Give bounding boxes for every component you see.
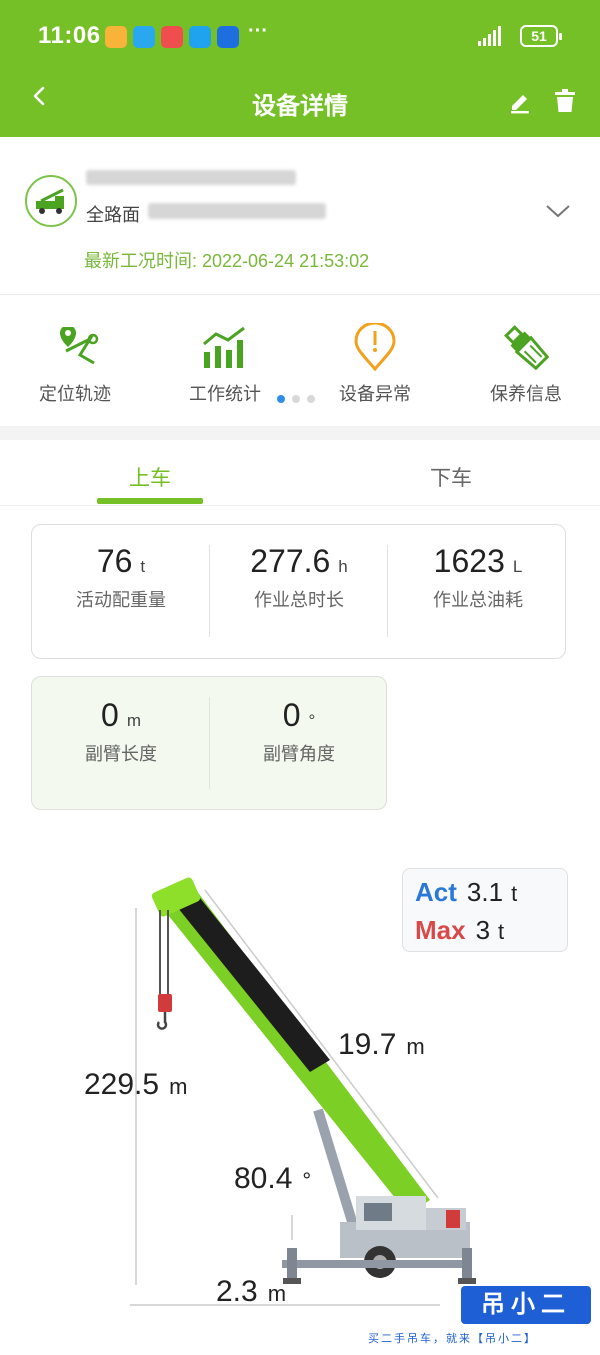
notification-icons: [105, 26, 239, 48]
signal-icon: [478, 26, 501, 46]
stat-jib-angle: 0 ° 副臂角度: [263, 697, 335, 764]
tab-lower[interactable]: 下车: [351, 462, 551, 492]
watermark-logo: 吊小二: [461, 1286, 591, 1324]
menu-maintenance[interactable]: 保养信息: [466, 322, 586, 406]
latest-update-time: 最新工况时间: 2022-06-24 21:53:02: [84, 251, 370, 271]
more-notifications: ···: [248, 20, 268, 42]
crane-avatar-icon: [25, 175, 77, 227]
chevron-down-icon[interactable]: [545, 203, 571, 219]
masked-device-name: [86, 170, 296, 185]
page-dot: [277, 395, 285, 403]
menu-device-alert[interactable]: 设备异常: [315, 322, 435, 406]
page-dot: [307, 395, 315, 403]
quick-menu: 定位轨迹 工作统计 设备异常 保养信息: [0, 296, 600, 424]
device-type: 全路面: [86, 205, 140, 225]
battery-icon: 51: [520, 25, 562, 47]
weibo-icon: [105, 26, 127, 48]
browser-icon: [189, 26, 211, 48]
work-stats-icon: [165, 322, 285, 372]
tab-upper[interactable]: 上车: [50, 462, 250, 492]
working-radius: 2.3 m: [216, 1275, 287, 1308]
stat-jib-length: 0m 副臂长度: [85, 697, 157, 764]
stat-total-hours: 277.6 h 作业总时长: [250, 543, 348, 610]
page-dot: [292, 395, 300, 403]
stat-separator: [387, 545, 388, 637]
masked-device-id: [148, 203, 326, 219]
actual-load: Act 3.1 t: [415, 877, 518, 907]
status-time: 11:06: [38, 22, 101, 49]
menu-work-stats[interactable]: 工作统计: [165, 322, 285, 406]
menu-location-track[interactable]: 定位轨迹: [15, 322, 135, 406]
crane-truck: [282, 1196, 476, 1284]
app-icon: [217, 26, 239, 48]
lift-height: 229.5 m: [84, 1068, 188, 1101]
device-alert-icon: [315, 322, 435, 372]
stats-card: 76 t 活动配重量 277.6 h 作业总时长 1623 L 作业总油耗: [31, 524, 566, 659]
maintenance-icon: [466, 322, 586, 372]
page-indicator: [277, 395, 315, 403]
app-bar: 11:06 ··· 51 设备详情: [0, 0, 600, 137]
watermark-slogan: 买二手吊车，就来【吊小二】: [368, 1333, 537, 1345]
boom-length: 19.7 m: [338, 1028, 425, 1061]
boom-angle: 80.4 °: [234, 1162, 312, 1195]
stat-counterweight: 76 t 活动配重量: [76, 543, 166, 610]
location-track-icon: [15, 322, 135, 372]
device-summary[interactable]: 全路面 最新工况时间: 2022-06-24 21:53:02: [0, 137, 600, 295]
edit-icon[interactable]: [508, 90, 532, 114]
max-load: Max 3 t: [415, 915, 505, 945]
news-icon: [161, 26, 183, 48]
chat-icon: [133, 26, 155, 48]
aux-stats-card: 0m 副臂长度 0 ° 副臂角度: [31, 676, 387, 810]
stat-total-fuel: 1623 L 作业总油耗: [433, 543, 523, 610]
tab-bar: 上车 下车: [0, 440, 600, 506]
active-tab-indicator: [97, 498, 203, 504]
section-divider: [0, 426, 600, 440]
load-panel: Act 3.1 t Max 3 t: [402, 868, 568, 952]
delete-icon[interactable]: [554, 89, 576, 113]
